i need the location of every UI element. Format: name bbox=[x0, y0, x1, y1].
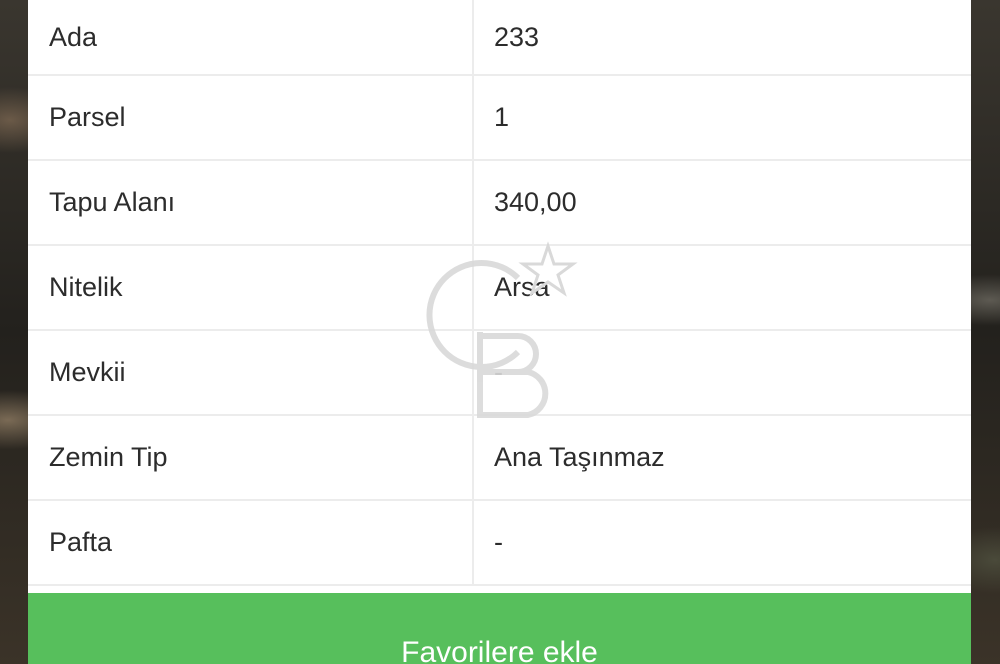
table-row: Ada 233 bbox=[28, 0, 971, 76]
row-value: 233 bbox=[473, 0, 971, 76]
row-value: - bbox=[473, 500, 971, 586]
table-row: Nitelik Arsa bbox=[28, 245, 971, 331]
row-label: Mevkii bbox=[28, 330, 474, 416]
row-label: Nitelik bbox=[28, 245, 474, 331]
row-value: Arsa bbox=[473, 245, 971, 331]
row-value: - bbox=[473, 330, 971, 416]
row-value: 1 bbox=[473, 75, 971, 161]
row-label: Zemin Tip bbox=[28, 415, 474, 501]
property-info-table: Ada 233 Parsel 1 Tapu Alanı 340,00 Nitel… bbox=[28, 0, 971, 586]
row-label: Ada bbox=[28, 0, 474, 76]
table-row: Parsel 1 bbox=[28, 75, 971, 161]
table-row: Zemin Tip Ana Taşınmaz bbox=[28, 415, 971, 501]
table-row: Tapu Alanı 340,00 bbox=[28, 160, 971, 246]
row-value: Ana Taşınmaz bbox=[473, 415, 971, 501]
row-label: Parsel bbox=[28, 75, 474, 161]
row-label: Pafta bbox=[28, 500, 474, 586]
add-to-favorites-button[interactable]: Favorilere ekle bbox=[28, 593, 971, 664]
table-row: Pafta - bbox=[28, 500, 971, 586]
row-value: 340,00 bbox=[473, 160, 971, 246]
row-label: Tapu Alanı bbox=[28, 160, 474, 246]
table-row: Mevkii - bbox=[28, 330, 971, 416]
property-details-panel: Ada 233 Parsel 1 Tapu Alanı 340,00 Nitel… bbox=[28, 0, 971, 664]
